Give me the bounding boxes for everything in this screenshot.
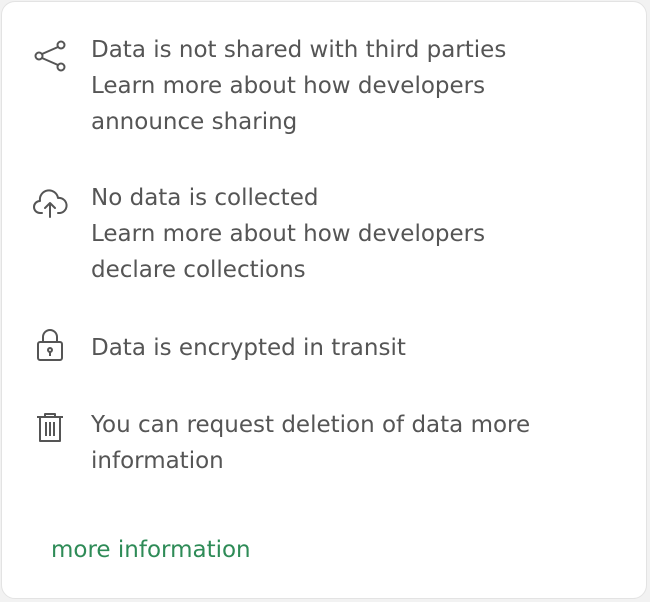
more-information-link[interactable]: more information — [51, 532, 251, 568]
deletion-text: You can request deletion of data more in… — [91, 407, 621, 479]
item-line: You can request deletion of data more — [91, 412, 531, 438]
item-line: Learn more about how developers — [91, 221, 486, 247]
trash-icon — [32, 409, 68, 445]
data-sharing-text: Data is not shared with third parties Le… — [91, 32, 621, 140]
share-icon — [32, 38, 68, 74]
item-line: information — [91, 448, 224, 474]
item-line: Learn more about how developers — [91, 73, 486, 99]
data-safety-card: Data is not shared with third parties Le… — [1, 1, 647, 599]
item-line: Data is encrypted in transit — [91, 335, 406, 361]
encryption-text: Data is encrypted in transit — [91, 330, 621, 366]
item-line: No data is collected — [91, 185, 319, 211]
item-line: declare collections — [91, 257, 306, 283]
data-collection-item: No data is collected Learn more about ho… — [2, 180, 648, 290]
cloud-upload-icon — [32, 186, 68, 222]
lock-icon — [32, 326, 68, 362]
item-line: announce sharing — [91, 109, 298, 135]
deletion-item: You can request deletion of data more in… — [2, 407, 648, 517]
item-line: Data is not shared with third parties — [91, 37, 507, 63]
data-sharing-item: Data is not shared with third parties Le… — [2, 32, 648, 142]
data-collection-text: No data is collected Learn more about ho… — [91, 180, 621, 288]
